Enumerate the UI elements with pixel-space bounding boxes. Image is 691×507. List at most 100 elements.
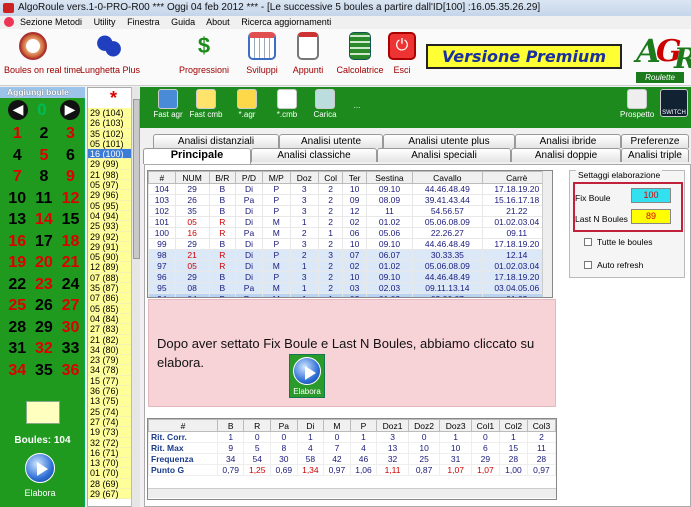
number-5[interactable]: 5 [31, 145, 58, 167]
number-24[interactable]: 24 [57, 274, 84, 296]
number-2[interactable]: 2 [31, 123, 58, 145]
column-header[interactable]: Sestina [365, 171, 414, 184]
boules-real-time-button[interactable]: Boules on real time [4, 32, 81, 75]
number-23[interactable]: 23 [31, 274, 58, 296]
number-33[interactable]: 33 [57, 338, 84, 360]
number-35[interactable]: 35 [31, 360, 58, 382]
number-11[interactable]: 11 [31, 188, 58, 210]
number-25[interactable]: 25 [4, 295, 31, 317]
column-header[interactable]: M [323, 419, 351, 432]
number-21[interactable]: 21 [57, 252, 84, 274]
column-header[interactable]: P [349, 419, 378, 432]
number-31[interactable]: 31 [4, 338, 31, 360]
column-header[interactable]: M/P [261, 171, 291, 184]
table-row[interactable]: 95 08 B Pa M 1 2 03 02.03 09.11.13.14 03.04.05.06 [148, 282, 552, 294]
number-32[interactable]: 32 [31, 338, 58, 360]
arrow-right-icon[interactable]: ▶ [60, 100, 80, 120]
table-row[interactable]: 96 29 B Di P 3 2 10 09.10 44.46.48.49 17.18.19.20 [148, 271, 552, 283]
table-row[interactable]: 98 21 R Di P 2 3 07 06.07 30.33.35 12.14 [148, 249, 552, 261]
number-20[interactable]: 20 [31, 252, 58, 274]
table-row[interactable]: 97 05 R Di M 1 2 02 01.02 05.06.08.09 01.02.03.04 [148, 260, 552, 272]
number-26[interactable]: 26 [31, 295, 58, 317]
table-row[interactable]: 9404BPaM110201.0203.06.0701.03 [148, 293, 552, 297]
main-table-scrollbar[interactable] [542, 171, 552, 297]
table-row[interactable]: 101 05 R Di M 1 2 02 01.02 05.06.08.09 01.02.03.04 [148, 216, 552, 228]
column-header[interactable]: Col3 [526, 419, 556, 432]
number-15[interactable]: 15 [57, 209, 84, 231]
appunti-button[interactable]: Appunti [289, 32, 327, 75]
column-header[interactable]: Ter [342, 171, 367, 184]
number-4[interactable]: 4 [4, 145, 31, 167]
tab-analisi-classiche[interactable]: Analisi classiche [251, 148, 377, 162]
number-7[interactable]: 7 [4, 166, 31, 188]
menu-ricerca-aggiornamenti[interactable]: Ricerca aggiornamenti [241, 17, 331, 27]
elabora-button-center[interactable]: Elabora [289, 354, 325, 398]
progressioni-button[interactable]: $ Progressioni [176, 32, 232, 75]
number-10[interactable]: 10 [4, 188, 31, 210]
lunghetta-plus-button[interactable]: Lunghetta Plus [80, 32, 140, 75]
number-36[interactable]: 36 [57, 360, 84, 382]
tab-analisi-triple[interactable]: Analisi triple [621, 148, 689, 162]
column-header[interactable]: Col1 [470, 419, 500, 432]
number-29[interactable]: 29 [31, 317, 58, 339]
column-header[interactable]: Doz2 [407, 419, 441, 432]
number-27[interactable]: 27 [57, 295, 84, 317]
history-scrollbar[interactable] [131, 87, 140, 507]
auto-refresh-checkbox[interactable]: Auto refresh [584, 260, 643, 270]
column-header[interactable]: # [148, 419, 218, 432]
stats-scrollbar[interactable] [148, 488, 556, 498]
number-13[interactable]: 13 [4, 209, 31, 231]
menu-utility[interactable]: Utility [94, 17, 116, 27]
column-header[interactable]: Cavallo [412, 171, 483, 184]
elabora-button-left[interactable]: Elabora [20, 453, 60, 498]
menu-about[interactable]: About [206, 17, 230, 27]
column-header[interactable]: Di [296, 419, 325, 432]
boule-input-box[interactable] [26, 401, 60, 424]
column-header[interactable]: Doz [289, 171, 319, 184]
carica-button[interactable]: Carica [310, 89, 340, 119]
table-row[interactable]: 104 29 B Di P 3 2 10 09.10 44.46.48.49 17.18.19.20 [148, 183, 552, 195]
column-header[interactable]: Doz1 [376, 419, 409, 432]
number-8[interactable]: 8 [31, 166, 58, 188]
number-1[interactable]: 1 [4, 123, 31, 145]
fast-agr-button[interactable]: Fast agr [150, 89, 186, 119]
arrow-left-icon[interactable]: ◀ [8, 100, 28, 120]
tab-analisi-distanziali[interactable]: Analisi distanziali [153, 134, 279, 148]
column-header[interactable]: Col [317, 171, 344, 184]
column-header[interactable]: # [148, 171, 176, 184]
column-header[interactable]: B [216, 419, 245, 432]
table-row[interactable]: 100 16 R Pa M 2 1 06 05.06 22.26.27 09.11 [148, 227, 552, 239]
sviluppi-button[interactable]: Sviluppi [240, 32, 284, 75]
table-row[interactable]: 103 26 B Pa P 3 2 09 08.09 39.41.43.44 15.16.17.18 [148, 194, 552, 206]
switch-button[interactable]: SWITCH [659, 89, 689, 118]
table-row[interactable]: 102 35 B Di P 3 2 12 11 54.56.57 21.22 [148, 205, 552, 217]
number-19[interactable]: 19 [4, 252, 31, 274]
more-button[interactable]: ... [350, 101, 364, 110]
number-3[interactable]: 3 [57, 123, 84, 145]
number-16[interactable]: 16 [4, 231, 31, 253]
number-6[interactable]: 6 [57, 145, 84, 167]
number-12[interactable]: 12 [57, 188, 84, 210]
menu-guida[interactable]: Guida [171, 17, 195, 27]
esci-button[interactable]: ⏻ Esci [386, 32, 418, 75]
menu-finestra[interactable]: Finestra [127, 17, 160, 27]
column-header[interactable]: Pa [270, 419, 298, 432]
open-agr-button[interactable]: *.agr [232, 89, 262, 119]
column-header[interactable]: NUM [174, 171, 210, 184]
tab-principale[interactable]: Principale [143, 148, 251, 164]
number-30[interactable]: 30 [57, 317, 84, 339]
number-28[interactable]: 28 [4, 317, 31, 339]
column-header[interactable]: Col2 [498, 419, 528, 432]
calcolatrice-button[interactable]: Calcolatrice [335, 32, 385, 75]
number-9[interactable]: 9 [57, 166, 84, 188]
column-header[interactable]: B/R [208, 171, 237, 184]
number-17[interactable]: 17 [31, 231, 58, 253]
number-14[interactable]: 14 [31, 209, 58, 231]
tab-analisi-ibride[interactable]: Analisi ibride [515, 134, 621, 148]
tab-analisi-utente-plus[interactable]: Analisi utente plus [383, 134, 515, 148]
tab-analisi-utente[interactable]: Analisi utente [279, 134, 383, 148]
number-18[interactable]: 18 [57, 231, 84, 253]
column-header[interactable]: P/D [235, 171, 263, 184]
column-header[interactable]: Doz3 [439, 419, 472, 432]
fast-cmb-button[interactable]: Fast cmb [188, 89, 224, 119]
